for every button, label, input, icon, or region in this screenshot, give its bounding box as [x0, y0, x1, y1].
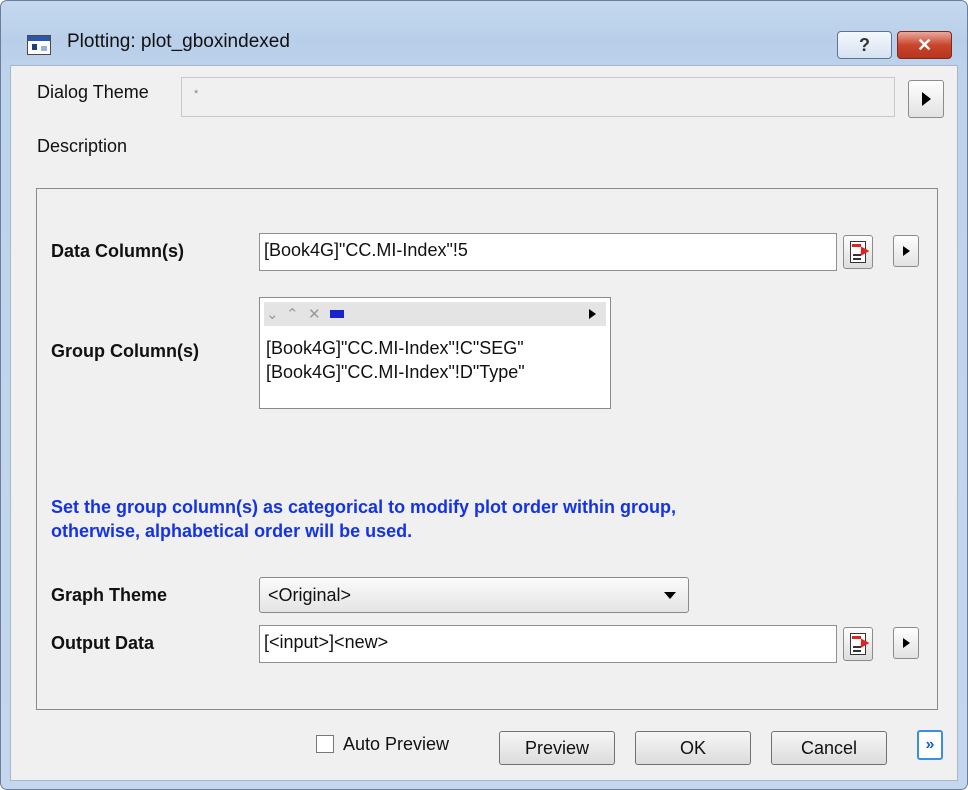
- help-icon: ?: [859, 34, 870, 55]
- settings-panel: Data Column(s) [Book4G]"CC.MI-Index"!5 G…: [36, 188, 938, 710]
- description-label: Description: [37, 136, 128, 156]
- dialog-body: Dialog Theme * Description Data Column(s…: [10, 65, 958, 781]
- data-columns-select-button[interactable]: [843, 235, 873, 269]
- output-data-label: Output Data: [51, 633, 154, 653]
- dialog-window: Plotting: plot_gboxindexed ? ✕ Dialog Th…: [0, 0, 968, 790]
- info-text-line-2: otherwise, alphabetical order will be us…: [51, 521, 413, 541]
- data-columns-menu-button[interactable]: [893, 235, 919, 267]
- dialog-theme-input[interactable]: *: [181, 77, 895, 117]
- close-icon: ✕: [916, 34, 933, 55]
- window-title: Plotting: plot_gboxindexed: [67, 31, 290, 52]
- output-data-input[interactable]: [<input>]<new>: [259, 625, 837, 663]
- group-column-item[interactable]: [Book4G]"CC.MI-Index"!D"Type": [266, 362, 525, 383]
- ok-button[interactable]: OK: [635, 731, 751, 765]
- dialog-theme-label: Dialog Theme: [37, 82, 149, 102]
- info-text: Set the group column(s) as categorical t…: [51, 495, 676, 543]
- group-columns-list[interactable]: ⌄ ⌃ ✕ [Book4G]"CC.MI-Index"!C"SEG" [Book…: [259, 297, 611, 409]
- play-arrow-icon: [902, 638, 910, 648]
- select-icon[interactable]: [330, 310, 344, 318]
- group-column-item[interactable]: [Book4G]"CC.MI-Index"!C"SEG": [266, 338, 524, 359]
- output-data-select-button[interactable]: [843, 627, 873, 661]
- menu-arrow-icon[interactable]: [589, 309, 596, 319]
- group-list-toolbar: ⌄ ⌃ ✕: [264, 302, 606, 326]
- expand-button[interactable]: »: [917, 730, 943, 760]
- remove-icon[interactable]: ✕: [308, 305, 321, 323]
- auto-preview-label[interactable]: Auto Preview: [343, 734, 449, 755]
- info-text-line-1: Set the group column(s) as categorical t…: [51, 497, 677, 517]
- double-chevron-right-icon: »: [925, 736, 935, 753]
- play-arrow-icon: [902, 246, 910, 256]
- close-button[interactable]: ✕: [897, 31, 952, 59]
- graph-theme-label: Graph Theme: [51, 585, 168, 605]
- data-columns-input[interactable]: [Book4G]"CC.MI-Index"!5: [259, 233, 837, 271]
- play-arrow-icon: [921, 92, 931, 106]
- data-columns-label: Data Column(s): [51, 241, 185, 261]
- app-icon: [27, 35, 51, 55]
- preview-button[interactable]: Preview: [499, 731, 615, 765]
- group-columns-label: Group Column(s): [51, 341, 199, 361]
- dialog-theme-menu-button[interactable]: [908, 80, 944, 118]
- title-bar[interactable]: Plotting: plot_gboxindexed ? ✕: [1, 1, 967, 59]
- move-up-icon[interactable]: ⌃: [286, 305, 299, 323]
- output-data-menu-button[interactable]: [893, 627, 919, 659]
- graph-theme-value: <Original>: [268, 585, 352, 605]
- help-button[interactable]: ?: [837, 31, 892, 59]
- graph-theme-select[interactable]: <Original>: [259, 577, 689, 613]
- cancel-button[interactable]: Cancel: [771, 731, 887, 765]
- move-down-icon[interactable]: ⌄: [266, 305, 279, 323]
- auto-preview-checkbox[interactable]: [316, 735, 334, 753]
- chevron-down-icon: [664, 592, 676, 599]
